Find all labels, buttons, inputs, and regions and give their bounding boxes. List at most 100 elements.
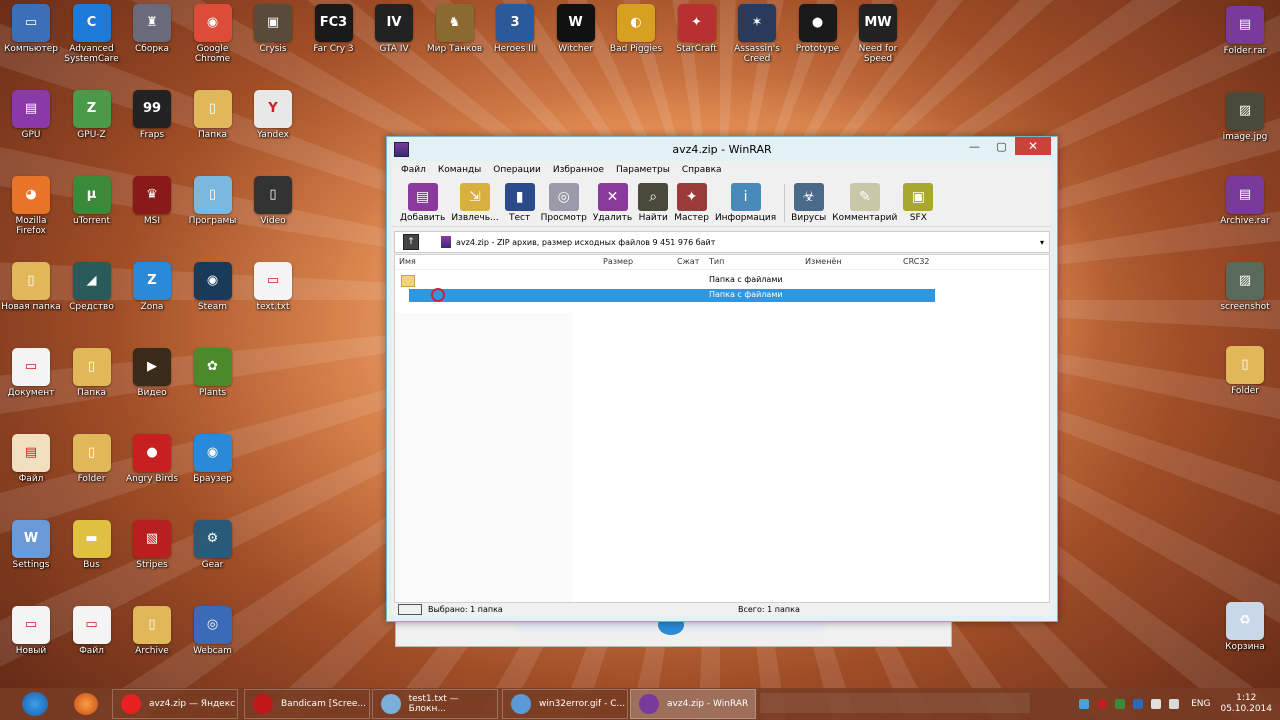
column-header-2[interactable]: Сжат bbox=[677, 257, 699, 266]
ie-taskbar-icon[interactable] bbox=[22, 692, 48, 716]
desktop-icon-zona[interactable]: Z Zona bbox=[121, 262, 183, 312]
column-header-1[interactable]: Размер bbox=[603, 257, 633, 266]
tray-network-icon[interactable] bbox=[1079, 699, 1090, 709]
desktop-icon-text-file-1[interactable]: ▭ text.txt bbox=[242, 262, 304, 312]
desktop-icon-game-red[interactable]: ● Prototype bbox=[787, 4, 849, 54]
tray-volume-icon[interactable] bbox=[1169, 699, 1180, 709]
desktop-icon-gear-app[interactable]: ⚙ Gear bbox=[182, 520, 244, 570]
desktop-icon-yandex[interactable]: Y Yandex bbox=[242, 90, 304, 140]
desktop-icon-firefox[interactable]: ◕ Mozilla Firefox bbox=[0, 176, 62, 236]
desktop-icon-game-stripes[interactable]: ▧ Stripes bbox=[121, 520, 183, 570]
desktop-icon-game-witcher[interactable]: W Witcher bbox=[545, 4, 607, 54]
desktop-icon-gpu-z[interactable]: Z GPU-Z bbox=[61, 90, 123, 140]
desktop-icon-video-1[interactable]: ▶ Видео bbox=[121, 348, 183, 398]
desktop-icon-game-1[interactable]: ▣ Crysis bbox=[242, 4, 304, 54]
column-header-5[interactable]: CRC32 bbox=[903, 257, 930, 266]
menu-item-3[interactable]: Избранное bbox=[547, 165, 610, 175]
desktop-icon-game-zombie[interactable]: ✿ Plants bbox=[182, 348, 244, 398]
toolbar-info-button[interactable]: i Информация bbox=[713, 183, 778, 226]
desktop-icon-folder-3[interactable]: ▯ Video bbox=[242, 176, 304, 226]
desktop-icon-right-screenshot[interactable]: ▨ screenshot bbox=[1214, 262, 1276, 312]
taskbar-button-notepad[interactable]: test1.txt — Блокн... bbox=[372, 689, 498, 719]
tray-bluetooth-icon[interactable] bbox=[1133, 699, 1144, 709]
desktop-icon-far-cry-3[interactable]: FC3 Far Cry 3 bbox=[303, 4, 365, 54]
desktop-icon-game-assassin[interactable]: ✶ Assassin's Creed bbox=[726, 4, 788, 64]
column-header-0[interactable]: Имя bbox=[399, 257, 416, 266]
desktop-icon-folder-2[interactable]: ▯ Програмы bbox=[182, 176, 244, 226]
desktop-icon-gpu-tool[interactable]: ▤ GPU bbox=[0, 90, 62, 140]
desktop-icon-utorrent[interactable]: µ uTorrent bbox=[61, 176, 123, 226]
firefox-taskbar-icon[interactable] bbox=[74, 693, 98, 715]
desktop-icon-folder-4[interactable]: ▯ Новая папка bbox=[0, 262, 62, 312]
menu-item-5[interactable]: Справка bbox=[676, 165, 728, 175]
desktop-icon-right-rar-2[interactable]: ▤ Archive.rar bbox=[1214, 176, 1276, 226]
taskbar-search-area[interactable] bbox=[760, 693, 1030, 713]
desktop-icon-recycle-bin[interactable]: ♻ Корзина bbox=[1214, 602, 1276, 652]
toolbar-wizard-button[interactable]: ✦ Мастер bbox=[672, 183, 711, 226]
desktop-icon-folder-7[interactable]: ▯ Archive bbox=[121, 606, 183, 656]
toolbar-comment-button[interactable]: ✎ Комментарий bbox=[830, 183, 899, 226]
tray-app-icon[interactable] bbox=[1115, 699, 1126, 709]
desktop-icon-ccleaner[interactable]: ♜ Сборка bbox=[121, 4, 183, 54]
desktop-icon-text-file-4[interactable]: ▭ Файл bbox=[61, 606, 123, 656]
toolbar-sfx-button[interactable]: ▣ SFX bbox=[901, 183, 935, 226]
path-bar[interactable]: ↑ avz4.zip - ZIP архив, размер исходных … bbox=[394, 231, 1050, 253]
desktop-icon-steam[interactable]: ◉ Steam bbox=[182, 262, 244, 312]
desktop-icon-right-rar-1[interactable]: ▤ Folder.rar bbox=[1214, 6, 1276, 56]
taskbar-button-bandicam[interactable]: Bandicam [Scree... bbox=[244, 689, 370, 719]
up-folder-button[interactable]: ↑ bbox=[403, 234, 419, 250]
taskbar-button-explorer[interactable]: win32error.gif - С... bbox=[502, 689, 628, 719]
menu-item-4[interactable]: Параметры bbox=[610, 165, 676, 175]
desktop-icon-game-bus[interactable]: ▬ Bus bbox=[61, 520, 123, 570]
desktop-icon-right-folder[interactable]: ▯ Folder bbox=[1214, 346, 1276, 396]
close-button[interactable]: ✕ bbox=[1015, 137, 1051, 155]
tray-signal-icon[interactable] bbox=[1151, 699, 1162, 709]
minimize-button[interactable]: — bbox=[961, 137, 988, 155]
desktop-icon-game-world-of-tanks[interactable]: ♞ Мир Танков bbox=[424, 4, 486, 54]
table-row[interactable]: Папка с файлами bbox=[397, 274, 937, 287]
desktop-icon-game-star[interactable]: ✦ StarCraft bbox=[666, 4, 728, 54]
toolbar-add-button[interactable]: ▤ Добавить bbox=[398, 183, 447, 226]
taskbar-button-winrar[interactable]: avz4.zip - WinRAR bbox=[630, 689, 756, 719]
desktop-icon-game-bad-piggies[interactable]: ◐ Bad Piggies bbox=[605, 4, 667, 54]
toolbar-view-button[interactable]: ◎ Просмотр bbox=[539, 183, 589, 226]
desktop-icon-folder-6[interactable]: ▯ Folder bbox=[61, 434, 123, 484]
desktop-icon-text-file-2[interactable]: ▭ Документ bbox=[0, 348, 62, 398]
winrar-window[interactable]: avz4.zip - WinRAR — ▢ ✕ Файл Команды Опера… bbox=[386, 136, 1058, 622]
file-list[interactable]: Имя Размер Сжат Тип Изменён CRC32 Папка с фай… bbox=[394, 254, 1050, 603]
desktop-icon-folder-5[interactable]: ▯ Папка bbox=[61, 348, 123, 398]
desktop-icon-google-chrome[interactable]: ◉ Google Chrome bbox=[182, 4, 244, 64]
column-header-4[interactable]: Изменён bbox=[805, 257, 842, 266]
desktop-icon-computer[interactable]: ▭ Компьютер bbox=[0, 4, 62, 54]
desktop-icon-need-for-speed[interactable]: MW Need for Speed bbox=[847, 4, 909, 64]
winrar-app-icon[interactable] bbox=[394, 142, 409, 157]
table-row[interactable]: Папка с файлами bbox=[409, 288, 935, 302]
desktop-icon-game-heroes[interactable]: 3 Heroes III bbox=[484, 4, 546, 54]
desktop-icon-settings-1[interactable]: W Settings bbox=[0, 520, 62, 570]
menu-item-1[interactable]: Команды bbox=[432, 165, 487, 175]
toolbar-delete-button[interactable]: ✕ Удалить bbox=[591, 183, 634, 226]
desktop-icon-msi-afterburner[interactable]: ♛ MSI bbox=[121, 176, 183, 226]
toolbar-test-button[interactable]: ▮ Тест bbox=[503, 183, 537, 226]
desktop-icon-browser-2[interactable]: ◉ Браузер bbox=[182, 434, 244, 484]
toolbar-virus-button[interactable]: ☣ Вирусы bbox=[789, 183, 828, 226]
toolbar-find-button[interactable]: ⌕ Найти bbox=[636, 183, 670, 226]
desktop-icon-document-1[interactable]: ▤ Файл bbox=[0, 434, 62, 484]
desktop-icon-game-iv[interactable]: IV GTA IV bbox=[363, 4, 425, 54]
desktop-icon-text-file-3[interactable]: ▭ Новый bbox=[0, 606, 62, 656]
desktop-icon-game-angry[interactable]: ● Angry Birds bbox=[121, 434, 183, 484]
clock[interactable]: 1:12 05.10.2014 bbox=[1220, 693, 1272, 715]
menu-item-2[interactable]: Операции bbox=[487, 165, 547, 175]
language-indicator[interactable]: ENG bbox=[1191, 699, 1210, 709]
desktop-icon-fraps[interactable]: 99 Fraps bbox=[121, 90, 183, 140]
desktop-icon-webcam[interactable]: ◎ Webcam bbox=[182, 606, 244, 656]
tray-record-icon[interactable] bbox=[1097, 699, 1108, 709]
desktop-icon-folder-1[interactable]: ▯ Папка bbox=[182, 90, 244, 140]
column-header-3[interactable]: Тип bbox=[709, 257, 724, 266]
desktop-icon-advanced-systemcare[interactable]: CAdvanced SystemCare 7 bbox=[61, 4, 123, 64]
desktop-icon-right-picture[interactable]: ▨ image.jpg bbox=[1214, 92, 1276, 142]
maximize-button[interactable]: ▢ bbox=[988, 137, 1015, 155]
path-dropdown-icon[interactable]: ▾ bbox=[1035, 238, 1049, 247]
winrar-titlebar[interactable]: avz4.zip - WinRAR — ▢ ✕ bbox=[387, 137, 1057, 161]
toolbar-extract-button[interactable]: ⇲ Извлечь... bbox=[449, 183, 500, 226]
